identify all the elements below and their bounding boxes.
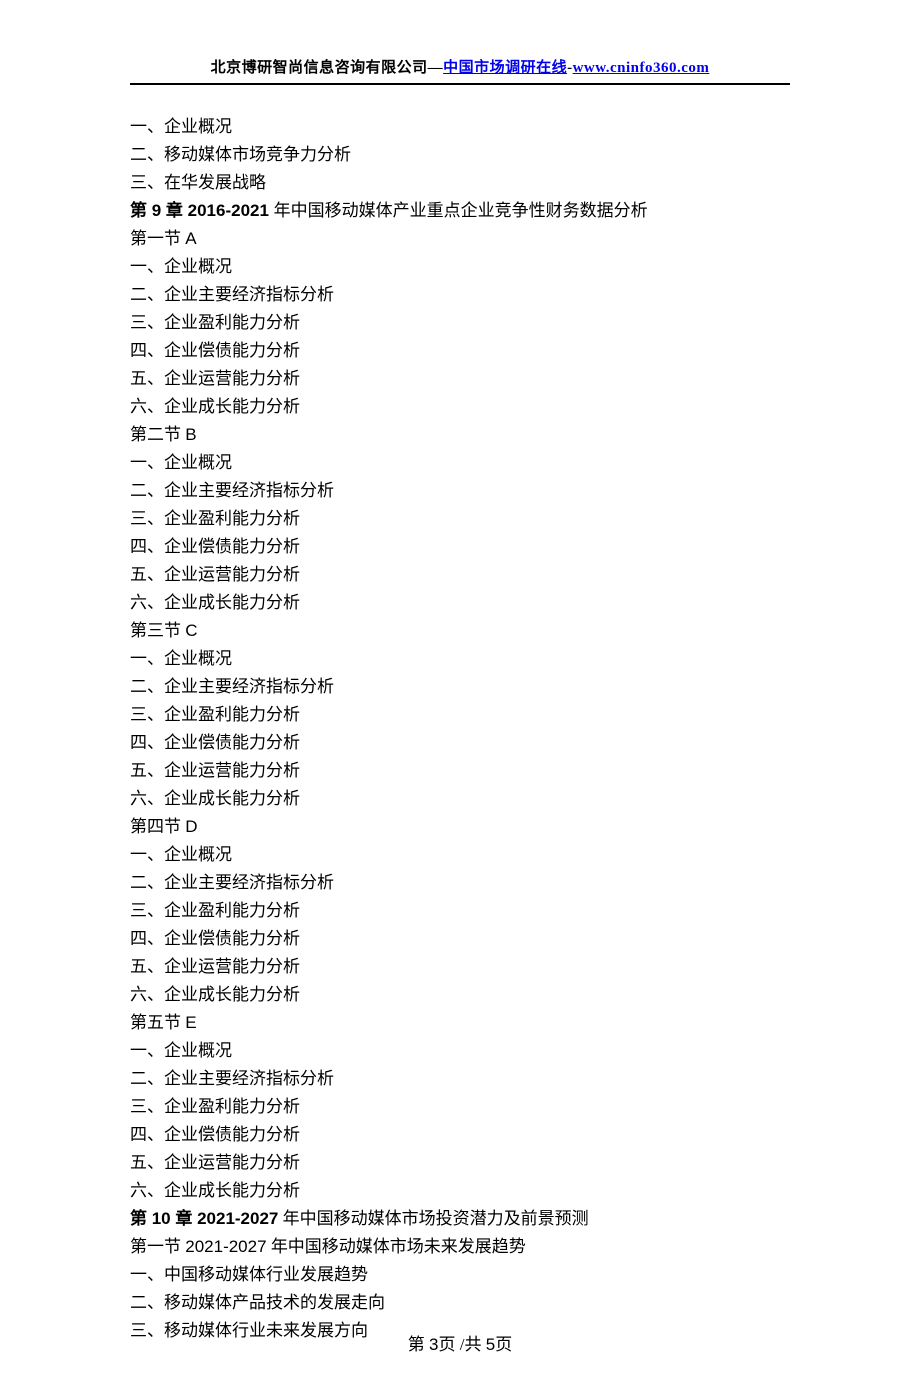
section-title: 第四节 D	[130, 813, 790, 841]
toc-line: 二、企业主要经济指标分析	[130, 1065, 790, 1093]
chapter-9-prefix: 第	[130, 201, 147, 220]
footer-suffix: 页	[495, 1335, 512, 1354]
header-link-url[interactable]: www.cninfo360.com	[573, 60, 710, 76]
toc-line: 一、企业概况	[130, 1037, 790, 1065]
toc-line: 二、企业主要经济指标分析	[130, 281, 790, 309]
section-title: 第五节 E	[130, 1009, 790, 1037]
page-footer: 第 3页 /共 5页	[0, 1330, 920, 1355]
toc-line: 一、企业概况	[130, 113, 790, 141]
document-body: 一、企业概况 二、移动媒体市场竞争力分析 三、在华发展战略 第 9 章 2016…	[130, 113, 790, 1345]
inline-number: 2021-2027	[185, 1237, 266, 1256]
section-title-zh: 第四节	[130, 817, 185, 836]
toc-line: 六、企业成长能力分析	[130, 1177, 790, 1205]
section-title-zh: 第一节	[130, 229, 185, 248]
chapter-9-suffix-strong: 章 2016-2021	[166, 201, 274, 220]
chapter-9-years: 2016-2021	[183, 201, 274, 220]
toc-line: 六、企业成长能力分析	[130, 785, 790, 813]
toc-line: 一、企业概况	[130, 841, 790, 869]
section-title-zh: 第二节	[130, 425, 185, 444]
section-title: 第一节 2021-2027 年中国移动媒体市场未来发展趋势	[130, 1233, 790, 1261]
toc-line: 四、企业偿债能力分析	[130, 925, 790, 953]
section-title: 第三节 C	[130, 617, 790, 645]
page-header: 北京博研智尚信息咨询有限公司—中国市场调研在线-www.cninfo360.co…	[130, 56, 790, 85]
toc-line: 二、企业主要经济指标分析	[130, 673, 790, 701]
toc-line: 四、企业偿债能力分析	[130, 533, 790, 561]
section-title-letter: E	[185, 1013, 196, 1032]
toc-line: 五、企业运营能力分析	[130, 561, 790, 589]
toc-line: 四、企业偿债能力分析	[130, 729, 790, 757]
toc-line: 三、企业盈利能力分析	[130, 701, 790, 729]
chapter-10-heading: 第 10 章 2021-2027 年中国移动媒体市场投资潜力及前景预测	[130, 1205, 790, 1233]
toc-line: 五、企业运营能力分析	[130, 1149, 790, 1177]
section-title-letter: D	[185, 817, 197, 836]
section-title: 第一节 A	[130, 225, 790, 253]
chapter-10-suffix-strong: 章 2021-2027	[175, 1209, 278, 1228]
section-title: 第二节 B	[130, 421, 790, 449]
toc-line: 六、企业成长能力分析	[130, 393, 790, 421]
toc-line: 三、企业盈利能力分析	[130, 897, 790, 925]
section-title-zh: 第三节	[130, 621, 185, 640]
toc-line: 六、企业成长能力分析	[130, 589, 790, 617]
toc-line: 四、企业偿债能力分析	[130, 1121, 790, 1149]
chapter-10-years: 2021-2027	[192, 1209, 278, 1228]
chapter-9-heading: 第 9 章 2016-2021 年中国移动媒体产业重点企业竞争性财务数据分析	[130, 197, 790, 225]
chapter-9-number: 9	[147, 201, 166, 220]
document-page: 北京博研智尚信息咨询有限公司—中国市场调研在线-www.cninfo360.co…	[0, 0, 920, 1385]
toc-line: 三、企业盈利能力分析	[130, 1093, 790, 1121]
toc-line: 五、企业运营能力分析	[130, 365, 790, 393]
toc-line: 一、企业概况	[130, 449, 790, 477]
toc-line: 二、企业主要经济指标分析	[130, 477, 790, 505]
toc-line: 三、在华发展战略	[130, 169, 790, 197]
section-title-letter: A	[185, 229, 196, 248]
chapter-9-title-rest: 年中国移动媒体产业重点企业竞争性财务数据分析	[274, 201, 648, 220]
chapter-10-number: 10	[147, 1209, 175, 1228]
header-link-site-name[interactable]: 中国市场调研在线	[443, 60, 567, 76]
footer-prefix: 第	[408, 1335, 429, 1354]
chapter-10-prefix: 第	[130, 1209, 147, 1228]
section-title-zh: 第五节	[130, 1013, 185, 1032]
toc-line: 三、企业盈利能力分析	[130, 505, 790, 533]
toc-line: 五、企业运营能力分析	[130, 953, 790, 981]
footer-current-page: 3	[429, 1335, 438, 1354]
toc-line: 六、企业成长能力分析	[130, 981, 790, 1009]
toc-line: 一、企业概况	[130, 645, 790, 673]
toc-line: 四、企业偿债能力分析	[130, 337, 790, 365]
toc-line: 二、移动媒体产品技术的发展走向	[130, 1289, 790, 1317]
toc-line: 五、企业运营能力分析	[130, 757, 790, 785]
toc-line: 三、企业盈利能力分析	[130, 309, 790, 337]
section-title-letter: B	[185, 425, 196, 444]
header-company: 北京博研智尚信息咨询有限公司—	[211, 60, 444, 76]
footer-total-pages: 5	[486, 1335, 495, 1354]
footer-mid: 页 /共	[439, 1335, 486, 1354]
section-title-letter: C	[185, 621, 197, 640]
toc-line: 二、移动媒体市场竞争力分析	[130, 141, 790, 169]
toc-line: 一、中国移动媒体行业发展趋势	[130, 1261, 790, 1289]
toc-line: 一、企业概况	[130, 253, 790, 281]
toc-line: 二、企业主要经济指标分析	[130, 869, 790, 897]
chapter-10-title-rest: 年中国移动媒体市场投资潜力及前景预测	[278, 1209, 588, 1228]
